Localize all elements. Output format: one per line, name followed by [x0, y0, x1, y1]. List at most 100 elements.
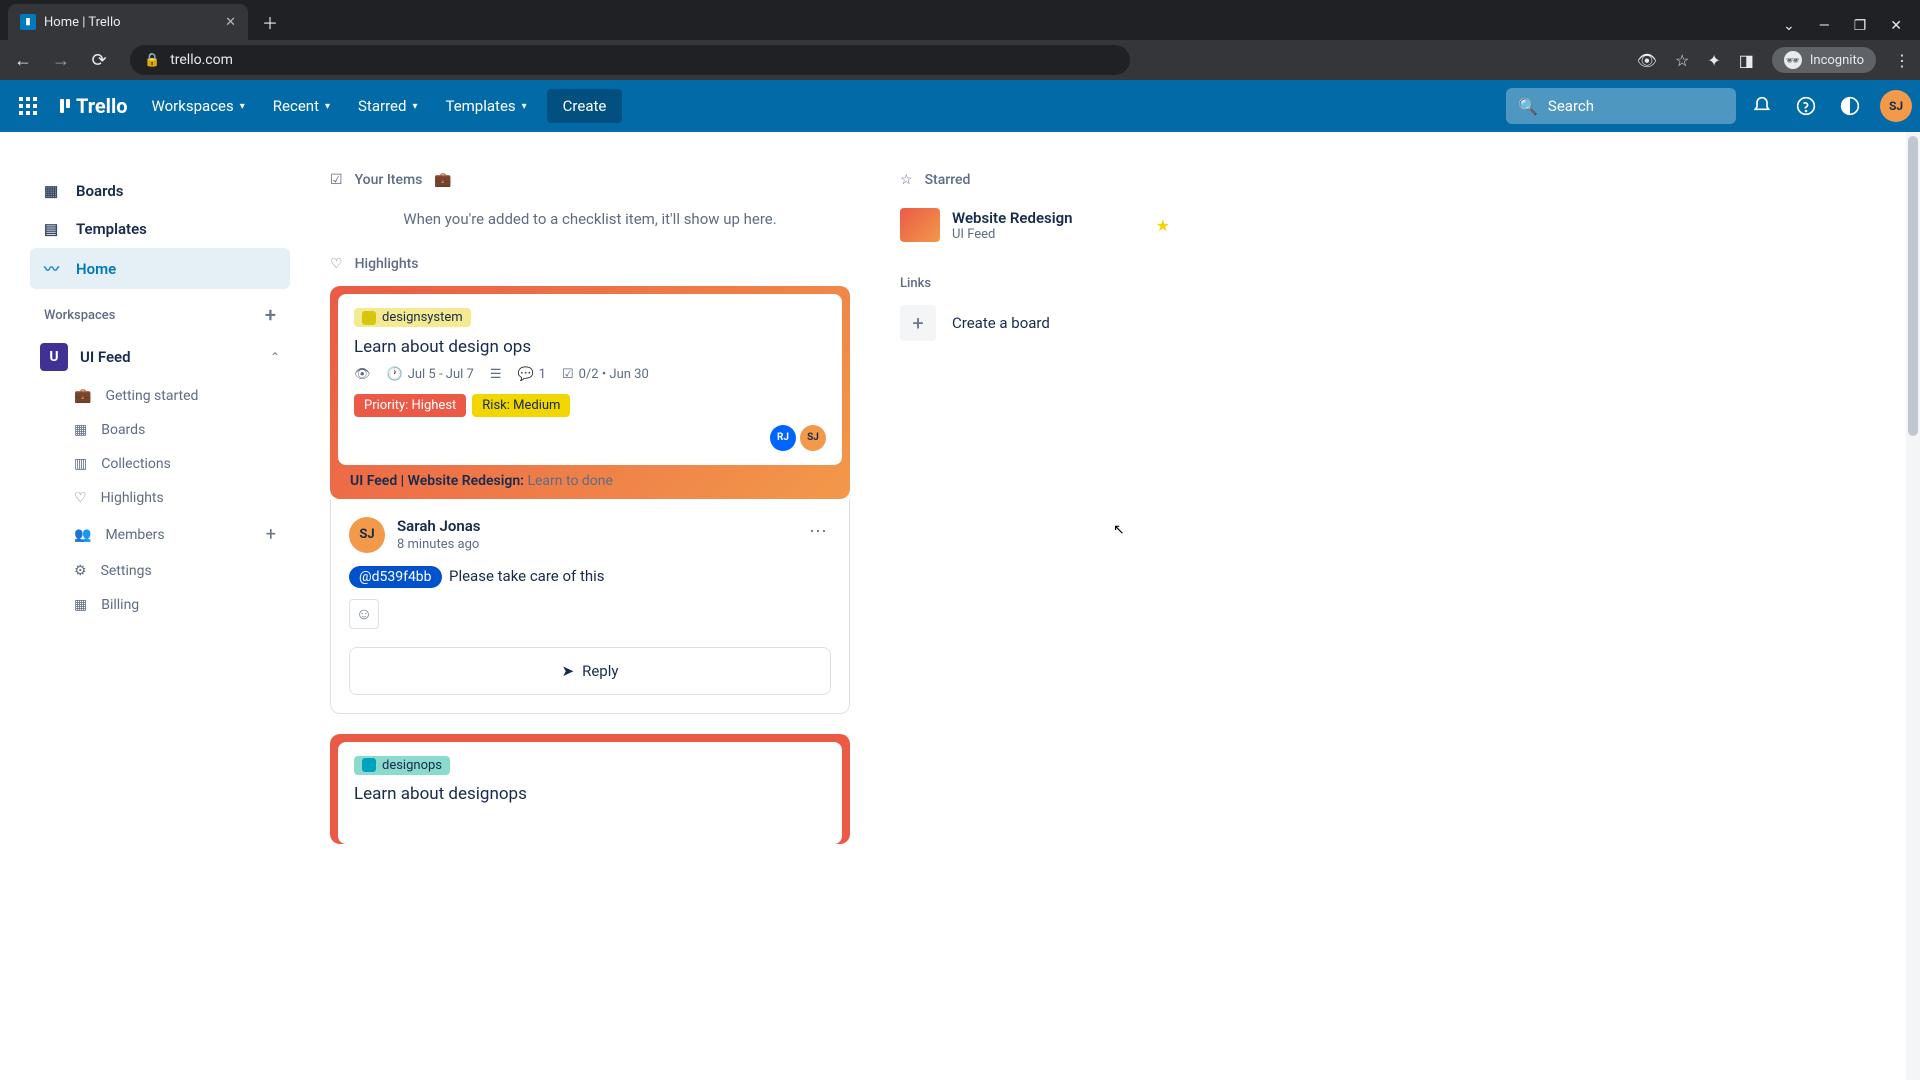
card-title: Learn about designops [354, 784, 826, 804]
incognito-eye-icon[interactable]: 👁 [1637, 51, 1657, 70]
board-icon: ▦ [74, 422, 87, 438]
add-reaction-button[interactable]: ☺ [349, 599, 379, 629]
window-maximize-icon[interactable]: ❐ [1854, 18, 1867, 34]
workspace-badge: U [40, 343, 68, 371]
workspace-toggle[interactable]: U UI Feed ⌃ [30, 335, 290, 379]
comment-menu-icon[interactable]: ⋯ [805, 517, 831, 546]
description-icon: ☰ [490, 367, 502, 382]
workspaces-menu[interactable]: Workspaces▾ [140, 89, 257, 123]
gear-icon: ⚙ [74, 563, 87, 579]
account-avatar[interactable]: SJ [1880, 90, 1912, 122]
ws-members[interactable]: 👥Members+ [30, 515, 290, 554]
browser-menu-icon[interactable]: ⋮ [1894, 51, 1910, 70]
board-thumbnail [900, 208, 940, 242]
ws-settings[interactable]: ⚙Settings [30, 554, 290, 588]
reload-button[interactable]: ⟳ [86, 50, 112, 71]
links-header: Links [900, 276, 1170, 291]
people-icon: 👥 [74, 527, 91, 543]
address-bar[interactable]: 🔒 trello.com [130, 45, 1130, 75]
lock-icon: 🔒 [144, 53, 160, 68]
main-feed: ☑ Your Items 💼 When you're added to a ch… [310, 172, 870, 844]
help-icon[interactable] [1788, 88, 1824, 124]
member-avatar[interactable]: RJ [770, 425, 796, 451]
chevron-down-icon[interactable]: ⌄ [1783, 18, 1795, 34]
chevron-up-icon: ⌃ [270, 350, 280, 364]
browser-tab[interactable]: ▮ Home | Trello ✕ [8, 4, 248, 40]
sidebar-templates[interactable]: ▤Templates [30, 210, 290, 248]
extensions-icon[interactable]: ✦ [1707, 51, 1720, 70]
comments-count: 💬 1 [517, 367, 546, 382]
plus-icon: + [900, 305, 936, 341]
briefcase-icon: 💼 [74, 388, 91, 404]
trello-logo-icon [60, 99, 70, 113]
card-label: designsystem [354, 308, 471, 327]
window-minimize-icon[interactable]: — [1819, 18, 1830, 34]
billing-icon: ▦ [74, 597, 87, 613]
search-box[interactable]: 🔍 [1506, 88, 1736, 124]
ws-highlights[interactable]: ♡Highlights [30, 481, 290, 515]
ws-collections[interactable]: ▥Collections [30, 447, 290, 481]
highlight-card[interactable]: designsystem Learn about design ops 👁 🕐 … [330, 286, 850, 499]
card-title: Learn about design ops [354, 337, 826, 357]
watch-icon: 👁 [354, 367, 371, 382]
close-tab-icon[interactable]: ✕ [225, 15, 236, 30]
collections-icon: ▥ [74, 456, 87, 472]
empty-state-text: When you're added to a checklist item, i… [330, 202, 850, 256]
ws-boards[interactable]: ▦Boards [30, 413, 290, 447]
incognito-badge: 🕶 Incognito [1772, 47, 1876, 73]
scrollbar-thumb[interactable] [1908, 136, 1918, 436]
reply-button[interactable]: ➤ Reply [349, 647, 831, 695]
starred-board[interactable]: Website Redesign UI Feed ★ [900, 202, 1170, 248]
app-header: Trello Workspaces▾ Recent▾ Starred▾ Temp… [0, 80, 1920, 132]
ws-billing[interactable]: ▦Billing [30, 588, 290, 622]
vertical-scrollbar[interactable] [1906, 132, 1920, 1080]
trello-logo[interactable]: Trello [52, 94, 136, 118]
sidebar-home[interactable]: 〰Home [30, 248, 290, 289]
theme-icon[interactable] [1832, 88, 1868, 124]
commenter-avatar[interactable]: SJ [349, 517, 385, 553]
comment-block: SJ Sarah Jonas 8 minutes ago ⋯ @d539f4bb… [330, 499, 850, 714]
create-button[interactable]: Create [547, 89, 623, 123]
incognito-icon: 🕶 [1784, 51, 1802, 69]
back-button[interactable]: ← [10, 50, 36, 71]
search-input[interactable] [1548, 97, 1724, 115]
send-icon: ➤ [562, 662, 575, 680]
highlight-card[interactable]: designops Learn about designops [330, 734, 850, 845]
mention-pill[interactable]: @d539f4bb [349, 566, 442, 588]
notifications-icon[interactable] [1744, 88, 1780, 124]
star-filled-icon[interactable]: ★ [1156, 216, 1170, 235]
card-location[interactable]: UI Feed | Website Redesign: Learn to don… [338, 465, 842, 491]
checklist-status: ☑ 0/2 • Jun 30 [562, 367, 649, 382]
trello-favicon: ▮ [20, 14, 36, 30]
chevron-down-icon: ▾ [240, 101, 245, 112]
create-board-button[interactable]: + Create a board [900, 305, 1170, 341]
side-panel-icon[interactable]: ◨ [1739, 51, 1754, 70]
forward-button[interactable]: → [48, 50, 74, 71]
recent-menu[interactable]: Recent▾ [261, 89, 342, 123]
new-tab-button[interactable]: ＋ [254, 6, 286, 38]
commenter-name: Sarah Jonas [397, 517, 481, 535]
member-avatar[interactable]: SJ [800, 425, 826, 451]
bookmark-star-icon[interactable]: ☆ [1675, 51, 1689, 70]
right-column: ☆ Starred Website Redesign UI Feed ★ Lin… [870, 172, 1200, 844]
comment-body: @d539f4bb Please take care of this [349, 567, 831, 585]
pulse-icon: 〰 [44, 258, 62, 279]
window-close-icon[interactable]: ✕ [1890, 18, 1902, 34]
workspaces-section: Workspaces + [30, 289, 290, 335]
card-label: designops [354, 756, 450, 775]
check-icon: ☑ [330, 172, 343, 188]
ws-getting-started[interactable]: 💼Getting started [30, 379, 290, 413]
chevron-down-icon: ▾ [325, 101, 330, 112]
highlights-header: ♡ Highlights [330, 256, 850, 272]
your-items-header: ☑ Your Items 💼 [330, 172, 850, 188]
app-switcher-icon[interactable] [8, 88, 48, 124]
add-member-button[interactable]: + [266, 524, 276, 545]
starred-menu[interactable]: Starred▾ [346, 89, 429, 123]
add-workspace-button[interactable]: + [265, 303, 276, 327]
templates-menu[interactable]: Templates▾ [433, 89, 538, 123]
sidebar: ▦Boards ▤Templates 〰Home Workspaces + U … [0, 172, 310, 844]
tab-title: Home | Trello [44, 15, 121, 30]
sidebar-boards[interactable]: ▦Boards [30, 172, 290, 210]
comment-time: 8 minutes ago [397, 537, 481, 552]
starred-header: ☆ Starred [900, 172, 1170, 188]
